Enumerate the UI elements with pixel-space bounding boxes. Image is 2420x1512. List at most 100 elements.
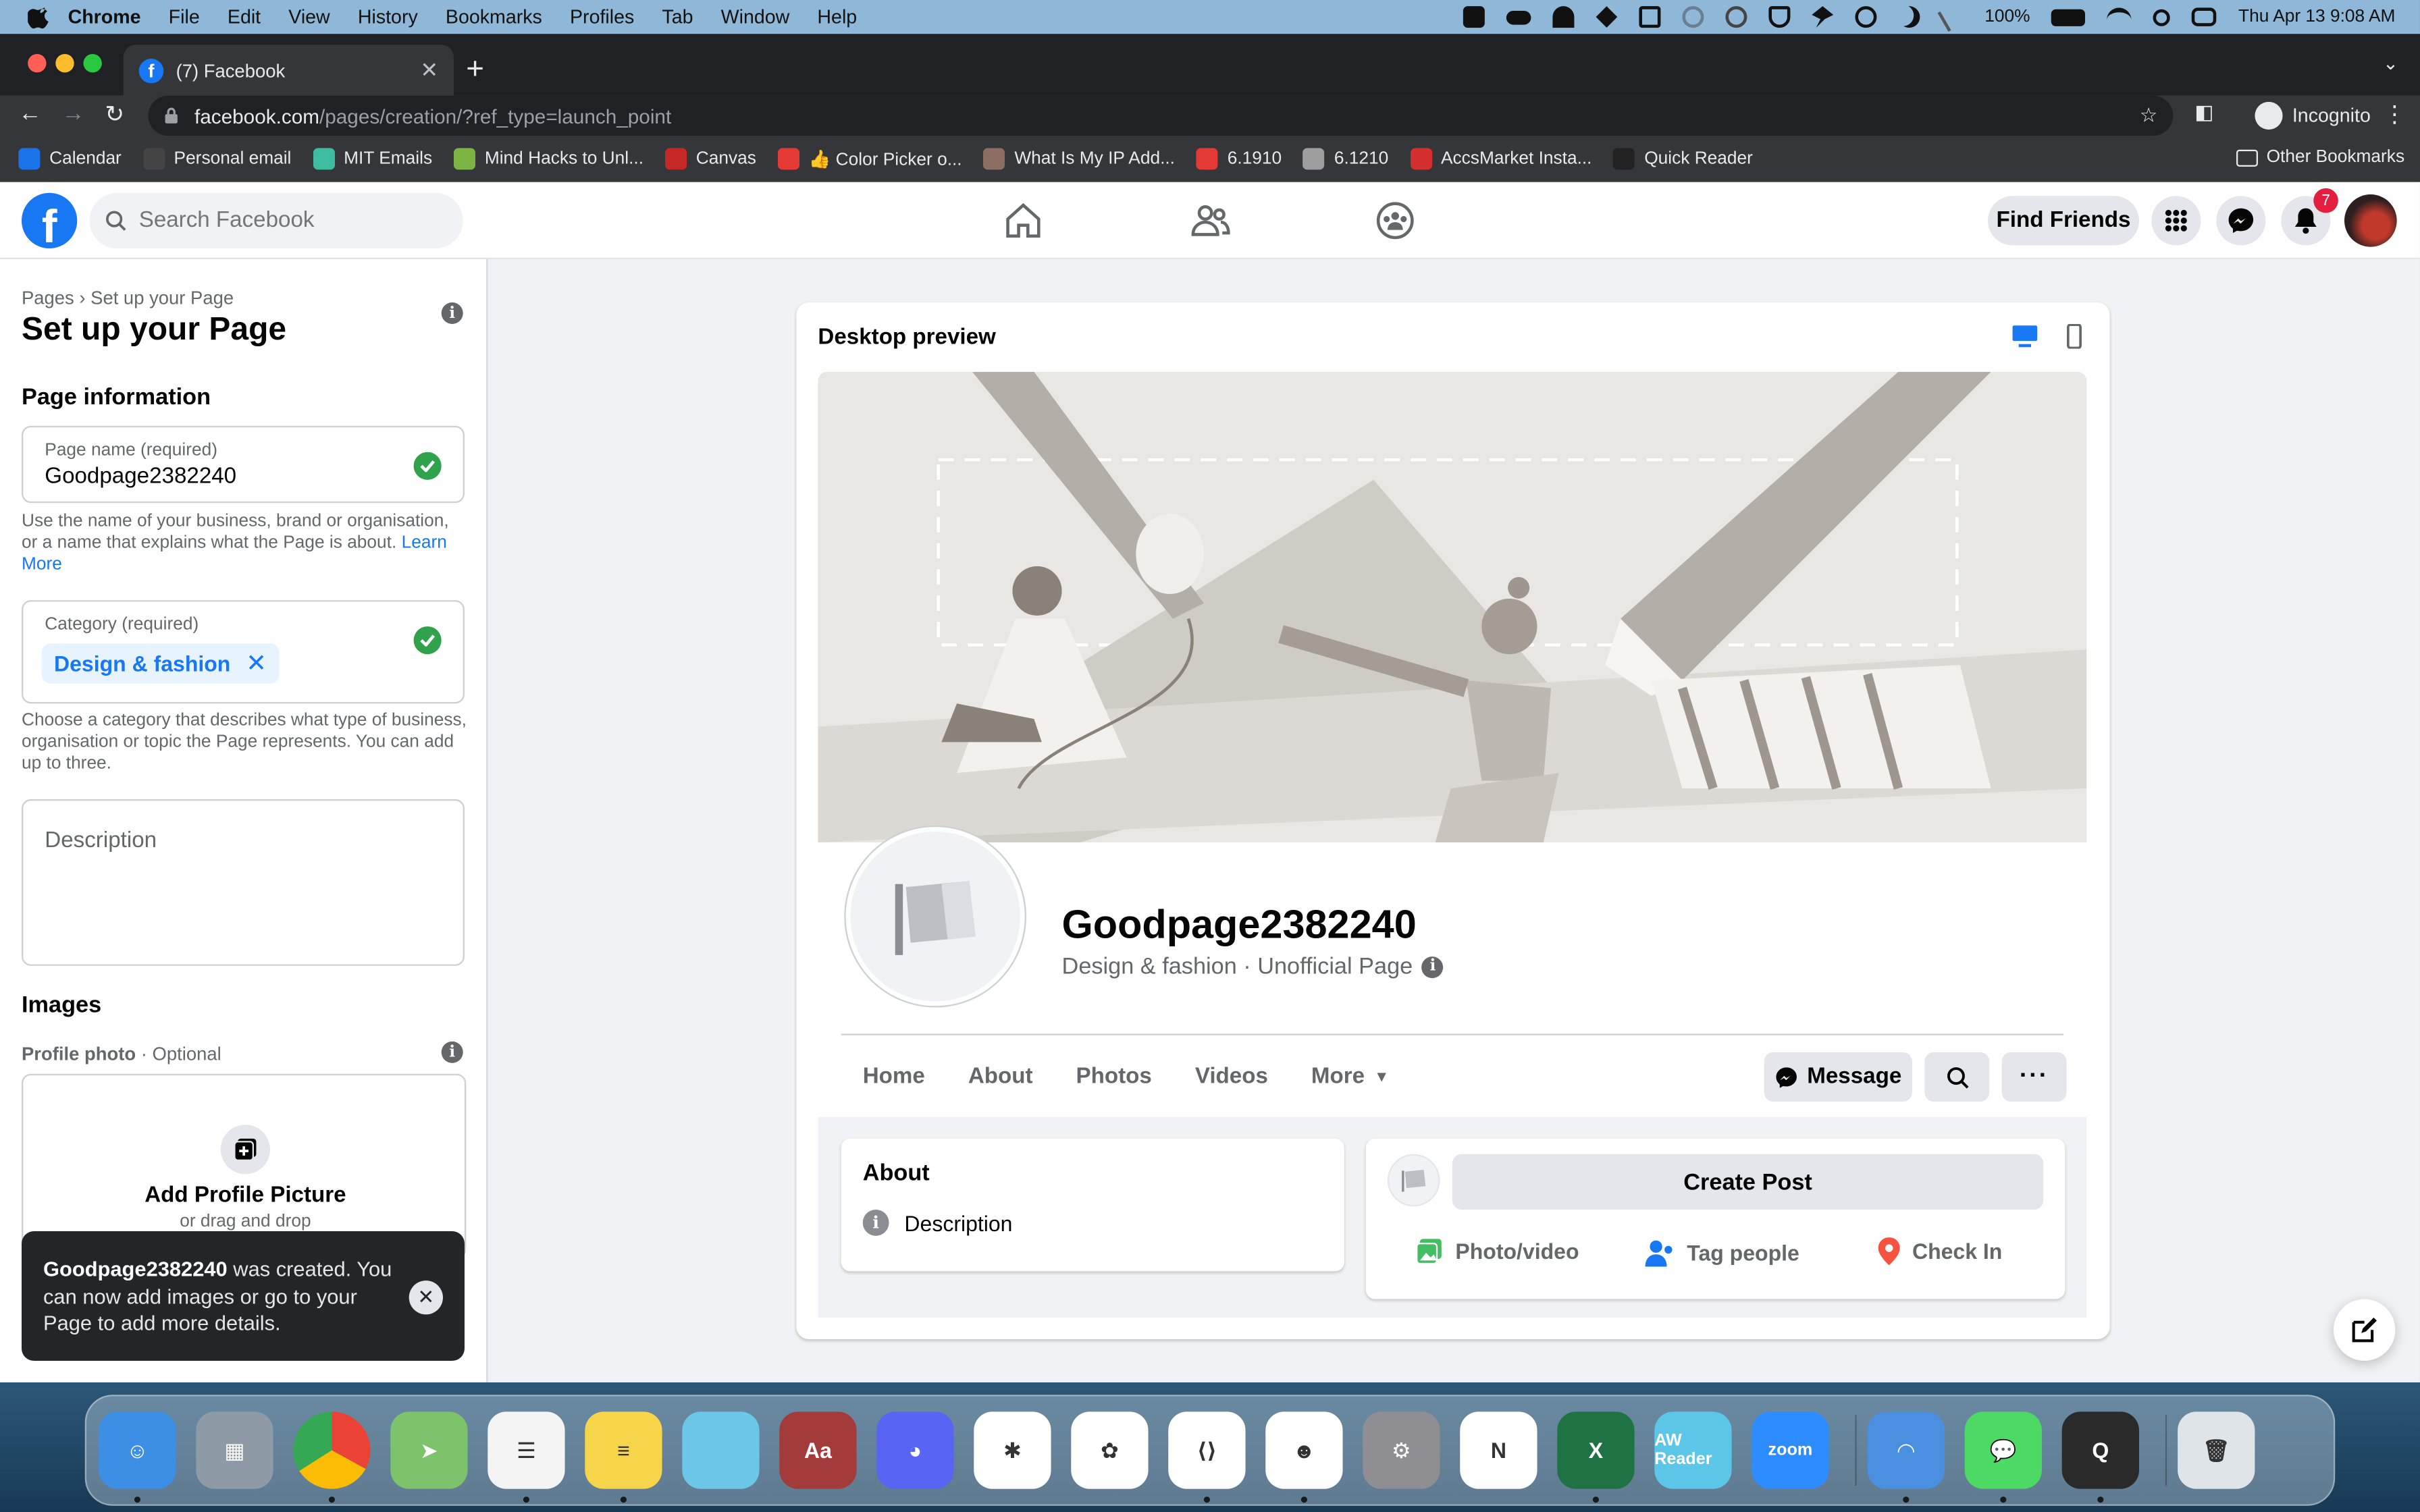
- browser-tab-facebook[interactable]: f (7) Facebook ✕: [123, 45, 454, 96]
- reminders-icon[interactable]: ☰: [488, 1411, 565, 1489]
- bookmark-item[interactable]: MIT Emails: [313, 148, 432, 170]
- launchpad-icon[interactable]: ▦: [196, 1411, 273, 1489]
- page-name-field[interactable]: Page name (required) Goodpage2382240: [21, 425, 465, 504]
- menu-window[interactable]: Window: [721, 6, 790, 28]
- photo-video-action[interactable]: Photo/video: [1415, 1237, 1579, 1265]
- close-tab-icon[interactable]: ✕: [420, 57, 438, 84]
- play-icon[interactable]: [1855, 6, 1877, 28]
- moon-icon[interactable]: [1898, 6, 1920, 28]
- menu-app-name[interactable]: Chrome: [68, 6, 141, 28]
- bookmark-item[interactable]: Canvas: [665, 148, 756, 170]
- menu-help[interactable]: Help: [817, 6, 857, 28]
- bookmark-item[interactable]: 6.1910: [1196, 148, 1282, 170]
- facebook-logo-icon[interactable]: f: [21, 192, 78, 248]
- bookmark-item[interactable]: Calendar: [18, 148, 122, 170]
- beaver-icon[interactable]: ☻: [1265, 1411, 1343, 1489]
- record-icon[interactable]: [1463, 6, 1485, 28]
- back-button[interactable]: ←: [18, 101, 41, 127]
- menu-grid-button[interactable]: [2151, 196, 2201, 246]
- tab-more[interactable]: More ▼: [1311, 1064, 1390, 1089]
- slack-icon[interactable]: ✱: [974, 1411, 1051, 1489]
- aw-reader-icon[interactable]: AW Reader: [1654, 1411, 1732, 1489]
- tab-search-chevron-icon[interactable]: ⌄: [2383, 53, 2398, 74]
- menu-history[interactable]: History: [358, 6, 418, 28]
- dropbox-icon[interactable]: [1596, 6, 1618, 28]
- new-message-button[interactable]: [2333, 1299, 2396, 1361]
- page-name-value[interactable]: Goodpage2382240: [45, 464, 236, 489]
- desktop-view-icon[interactable]: [2011, 324, 2038, 349]
- find-friends-button[interactable]: Find Friends: [1987, 196, 2139, 246]
- messages-icon[interactable]: 💬: [1964, 1411, 2042, 1489]
- settings-icon[interactable]: ⚙: [1363, 1411, 1440, 1489]
- incognito-profile-button[interactable]: Incognito: [2255, 99, 2371, 132]
- notes-icon[interactable]: ≡: [585, 1411, 662, 1489]
- bookmark-item[interactable]: AccsMarket Insta...: [1410, 148, 1592, 170]
- tab-home[interactable]: Home: [863, 1064, 925, 1089]
- menu-view[interactable]: View: [288, 6, 330, 28]
- search-input[interactable]: [138, 208, 432, 234]
- menu-tab[interactable]: Tab: [662, 6, 693, 28]
- discord-icon[interactable]: ◕: [876, 1411, 954, 1489]
- stickies-icon[interactable]: [682, 1411, 760, 1489]
- forward-button[interactable]: →: [61, 101, 84, 127]
- zoom-window-button[interactable]: [83, 53, 102, 73]
- close-window-button[interactable]: [28, 53, 47, 73]
- shield-icon[interactable]: [1768, 6, 1791, 28]
- info-icon[interactable]: i: [1421, 955, 1444, 977]
- spiral-icon[interactable]: [1682, 6, 1704, 28]
- bookmark-star-icon[interactable]: ☆: [2140, 103, 2158, 128]
- profile-avatar[interactable]: [2344, 194, 2397, 247]
- message-button[interactable]: Message: [1764, 1052, 1912, 1102]
- bookmark-item[interactable]: 👍 Color Picker o...: [777, 148, 962, 170]
- apple-icon[interactable]: [28, 5, 53, 30]
- excel-icon[interactable]: X: [1557, 1411, 1635, 1489]
- tag-people-action[interactable]: Tag people: [1643, 1237, 1799, 1268]
- friends-icon[interactable]: [1190, 200, 1230, 240]
- other-bookmarks-folder[interactable]: Other Bookmarks: [2235, 148, 2404, 167]
- tab-videos[interactable]: Videos: [1195, 1064, 1268, 1089]
- finder-icon[interactable]: ☺: [99, 1411, 176, 1489]
- zoom-icon[interactable]: zoom: [1752, 1411, 1829, 1489]
- bookmark-item[interactable]: 6.1210: [1303, 148, 1388, 170]
- bookmark-item[interactable]: Mind Hacks to Unl...: [454, 148, 643, 170]
- info-icon[interactable]: i: [441, 1041, 463, 1063]
- maps-icon[interactable]: ➤: [390, 1411, 468, 1489]
- address-bar[interactable]: facebook.com /pages/creation/?ref_type=l…: [148, 95, 2174, 136]
- copilot-icon[interactable]: ◠: [1867, 1411, 1945, 1489]
- new-tab-button[interactable]: +: [466, 53, 484, 88]
- globe-icon[interactable]: [1725, 6, 1747, 28]
- home-icon[interactable]: [1003, 200, 1043, 240]
- bookmark-item[interactable]: Quick Reader: [1613, 148, 1753, 170]
- chrome-menu-icon[interactable]: ⋮: [2383, 101, 2406, 128]
- remove-category-icon[interactable]: ✕: [246, 648, 267, 679]
- pin-icon[interactable]: [1812, 6, 1834, 28]
- check-in-action[interactable]: Check In: [1878, 1237, 2002, 1266]
- facebook-search[interactable]: [89, 192, 463, 248]
- messenger-button[interactable]: [2216, 196, 2266, 246]
- category-chip[interactable]: Design & fashion ✕: [41, 643, 280, 684]
- battery-icon[interactable]: [2051, 8, 2086, 26]
- breadcrumb[interactable]: Pages › Set up your Page: [22, 287, 234, 308]
- info-icon[interactable]: i: [441, 302, 463, 324]
- chrome-icon[interactable]: [293, 1411, 371, 1489]
- bookmark-item[interactable]: Personal email: [142, 148, 291, 170]
- side-panel-icon[interactable]: ◧: [2194, 101, 2213, 126]
- bookmark-item[interactable]: What Is My IP Add...: [983, 148, 1175, 170]
- groups-icon[interactable]: [1375, 200, 1415, 240]
- clipboard-icon[interactable]: [1639, 6, 1661, 28]
- mute-icon[interactable]: [1937, 2, 1968, 32]
- more-options-button[interactable]: ···: [2001, 1052, 2067, 1102]
- cloud-icon[interactable]: [1506, 9, 1531, 24]
- description-field[interactable]: Description: [21, 799, 465, 966]
- category-field[interactable]: Category (required) Design & fashion ✕: [21, 600, 465, 704]
- tab-photos[interactable]: Photos: [1076, 1064, 1152, 1089]
- reload-button[interactable]: ↻: [105, 101, 124, 128]
- dictionary-icon[interactable]: Aa: [779, 1411, 857, 1489]
- quicktime-icon[interactable]: Q: [2061, 1411, 2139, 1489]
- minimize-window-button[interactable]: [55, 53, 74, 73]
- arc-icon[interactable]: [1552, 6, 1575, 28]
- notion-icon[interactable]: N: [1460, 1411, 1537, 1489]
- photos-icon[interactable]: ✿: [1071, 1411, 1149, 1489]
- menu-edit[interactable]: Edit: [228, 6, 261, 28]
- preview-search-button[interactable]: [1924, 1052, 1990, 1102]
